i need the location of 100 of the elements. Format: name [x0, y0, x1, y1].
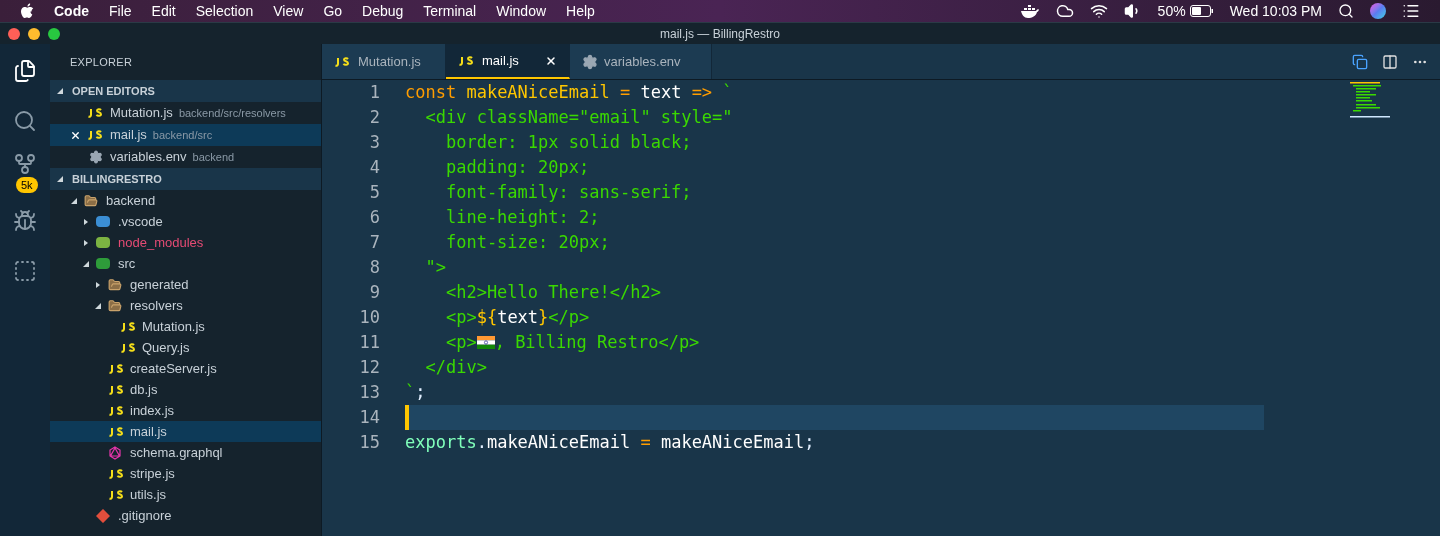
folder-icon — [84, 193, 98, 208]
open-editor-item[interactable]: mail.js backend/src — [50, 124, 321, 146]
cloud-icon[interactable] — [1055, 2, 1074, 20]
code-token: padding: 20px; — [444, 155, 590, 179]
close-icon[interactable] — [70, 129, 81, 141]
file-path: backend/src — [152, 127, 213, 143]
open-editor-item[interactable]: variables.env backend — [50, 146, 321, 168]
minimap-drawing — [1350, 80, 1390, 120]
tree-item-label: index.js — [130, 401, 175, 420]
code-token: text — [497, 305, 539, 329]
collapsed-caret-icon[interactable] — [82, 238, 90, 247]
code-token: ` — [405, 380, 416, 404]
folder-icon — [108, 298, 122, 313]
section-header[interactable]: OPEN EDITORS — [50, 80, 321, 102]
bug-icon[interactable] — [13, 209, 37, 233]
section-header[interactable]: BILLINGRESTRO — [50, 168, 321, 190]
open-editor-item[interactable]: Mutation.js backend/src/resolvers — [50, 102, 321, 124]
badge: 5k — [16, 177, 38, 193]
tree-item-label: Mutation.js — [142, 317, 205, 336]
line-number: 15 — [358, 431, 380, 454]
diamond-icon — [96, 508, 110, 523]
copy-icon[interactable] — [1352, 53, 1368, 70]
expanded-caret-icon[interactable] — [56, 87, 64, 95]
code-token: = — [640, 430, 652, 454]
menu-item[interactable]: Selection — [195, 0, 254, 22]
tree-item[interactable]: .vscode — [50, 211, 321, 232]
tree-item-label: db.js — [130, 380, 158, 399]
list-icon[interactable] — [1402, 2, 1420, 20]
whale-icon[interactable] — [1019, 4, 1040, 18]
collapsed-caret-icon[interactable] — [82, 217, 90, 226]
line-number: 5 — [368, 181, 380, 204]
file-name: Mutation.js — [110, 104, 173, 123]
file-path: backend/src/resolvers — [178, 105, 286, 121]
file-name: variables.env — [110, 148, 187, 167]
tree-item[interactable]: schema.graphql — [50, 442, 321, 463]
expanded-caret-icon[interactable] — [70, 196, 78, 205]
code-token: ` — [722, 80, 733, 104]
menu-item[interactable]: Go — [323, 0, 343, 22]
code-token: line-height: 2; — [444, 205, 600, 229]
battery-icon[interactable] — [1189, 5, 1214, 17]
zoom-button[interactable] — [48, 27, 60, 40]
menu-item[interactable]: View — [273, 0, 304, 22]
tree-item[interactable]: backend — [50, 190, 321, 211]
files-icon[interactable] — [13, 59, 37, 83]
collapsed-caret-icon[interactable] — [94, 280, 102, 289]
tree-item-label: createServer.js — [130, 359, 217, 378]
line-number: 7 — [368, 231, 380, 254]
editor-tab[interactable]: Mutation.js — [322, 44, 446, 79]
expanded-caret-icon[interactable] — [82, 259, 90, 268]
code-token: text — [640, 80, 683, 104]
split-editor-icon[interactable] — [1382, 53, 1398, 70]
editor-tab[interactable]: variables.env — [570, 44, 712, 79]
tree-item[interactable]: node_modules — [50, 232, 321, 253]
tree-item[interactable]: src — [50, 253, 321, 274]
siri-icon[interactable] — [1370, 3, 1386, 19]
flag-icon — [476, 336, 495, 349]
editor-tab[interactable]: mail.js — [446, 44, 570, 79]
wifi-icon[interactable] — [1089, 2, 1108, 20]
code-token: <p> — [444, 305, 477, 329]
menu-item[interactable]: Window — [496, 0, 547, 22]
tree-item[interactable]: index.js — [50, 400, 321, 421]
app-name[interactable]: Code — [54, 0, 89, 22]
code-token: exports — [405, 430, 477, 454]
menu-item[interactable]: File — [109, 0, 132, 22]
tree-item[interactable]: db.js — [50, 379, 321, 400]
js-file-icon — [87, 107, 105, 119]
tree-item[interactable]: stripe.js — [50, 463, 321, 484]
square-icon[interactable] — [13, 259, 37, 283]
menu-item[interactable]: Debug — [362, 0, 404, 22]
close-icon[interactable] — [545, 54, 557, 67]
tree-item[interactable]: Query.js — [50, 337, 321, 358]
js-file-icon — [334, 55, 352, 68]
tree-item-label: utils.js — [130, 485, 167, 504]
folder-icon — [108, 277, 122, 292]
tree-item[interactable]: resolvers — [50, 295, 321, 316]
js-file-icon — [108, 362, 126, 375]
menu-item[interactable]: Edit — [151, 0, 176, 22]
tree-item[interactable]: utils.js — [50, 484, 321, 505]
line-number: 6 — [368, 206, 380, 229]
code-token: border: 1px solid black; — [444, 130, 692, 154]
menu-item[interactable]: Help — [566, 0, 595, 22]
close-window-button[interactable] — [8, 27, 20, 40]
code-token: font-size: 20px; — [444, 230, 610, 254]
tree-item[interactable]: generated — [50, 274, 321, 295]
tree-item[interactable]: mail.js — [50, 421, 321, 442]
tree-item[interactable]: .gitignore — [50, 505, 321, 526]
clock[interactable]: Wed 10:03 PM — [1229, 0, 1322, 22]
tree-item[interactable]: createServer.js — [50, 358, 321, 379]
branch-icon[interactable] — [13, 152, 37, 176]
minimize-button[interactable] — [28, 27, 40, 40]
code-token: const — [405, 80, 458, 104]
apple-logo-icon[interactable] — [20, 3, 34, 19]
search-icon[interactable] — [1338, 3, 1354, 19]
gear-icon — [89, 150, 103, 164]
tree-item[interactable]: Mutation.js — [50, 316, 321, 337]
menu-item[interactable]: Terminal — [423, 0, 477, 22]
code-token: . — [476, 430, 487, 454]
js-file-icon — [120, 341, 138, 354]
expanded-caret-icon[interactable] — [56, 175, 64, 183]
expanded-caret-icon[interactable] — [94, 301, 102, 310]
